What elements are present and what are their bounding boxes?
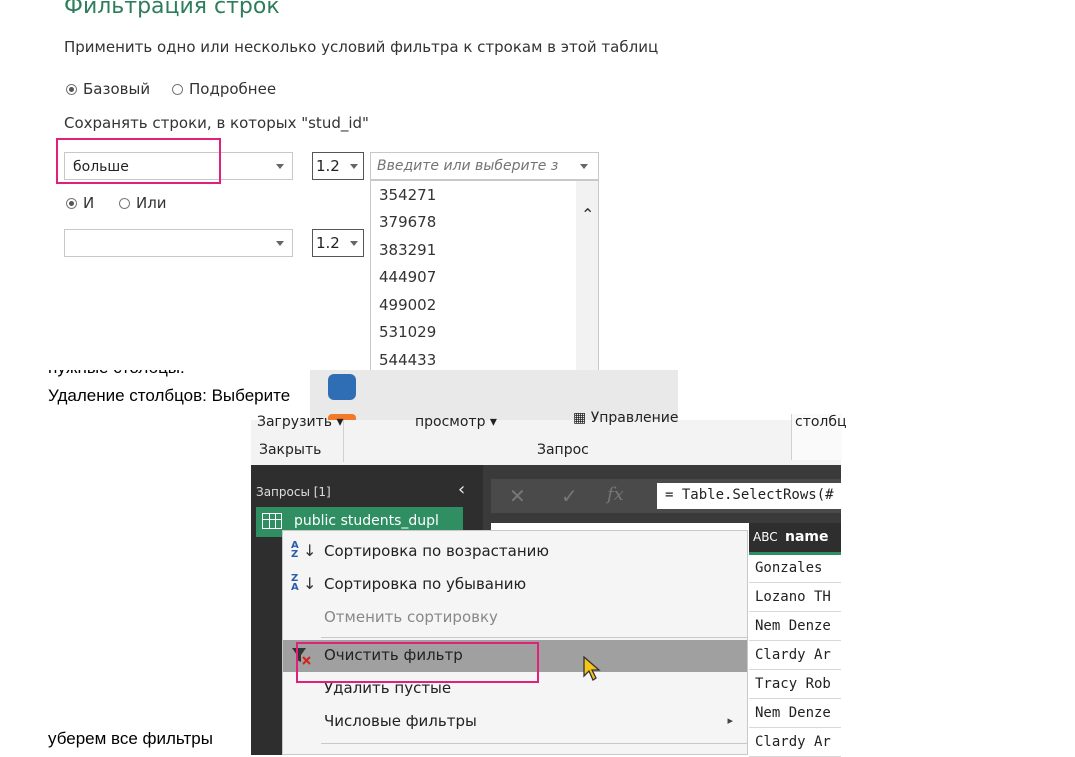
sort-ascending-item[interactable]: A Z ↓ Сортировка по возрастанию [283, 536, 747, 568]
query-group-label: Запрос [537, 442, 589, 458]
menu-separator [321, 637, 747, 638]
keep-rows-label: Сохранять строки, в которых "stud_id" [64, 114, 369, 132]
logic-and-radio[interactable]: И [66, 194, 94, 212]
table-row[interactable]: Nem Denze [749, 613, 841, 641]
dialog-subtitle: Применить одно или несколько условий фил… [64, 38, 659, 56]
dropdown-option[interactable]: 354271 [371, 182, 576, 209]
confirm-formula-icon[interactable]: ✓ [561, 484, 578, 508]
logic-or-radio[interactable]: Или [119, 194, 167, 212]
queries-header: Запросы [1] [256, 485, 331, 499]
manage-button[interactable]: ▦ Управление [573, 410, 679, 426]
columns-button[interactable]: столбц [791, 414, 847, 460]
radio-and-icon [66, 197, 77, 209]
table-row[interactable]: Nem Denze [749, 700, 841, 728]
cancel-formula-icon[interactable]: ✕ [509, 484, 526, 508]
dropdown-option[interactable]: 444907 [371, 264, 576, 291]
mouse-cursor-icon [583, 656, 601, 681]
chevron-up-icon[interactable]: ⌃ [581, 205, 594, 224]
logic-or-label: Или [136, 194, 167, 212]
mode-basic-label: Базовый [83, 80, 151, 98]
column-header-name[interactable]: ABC name [749, 523, 841, 555]
chevron-right-icon: ▸ [727, 714, 733, 727]
radio-basic-icon [66, 83, 77, 95]
sort-descending-icon: Z A ↓ [291, 573, 317, 593]
dropdown-option[interactable]: 383291 [371, 237, 576, 264]
menu-separator [321, 743, 747, 744]
dropdown-option[interactable]: 499002 [371, 292, 576, 319]
condition2-type-select[interactable]: 1.2 [312, 229, 364, 257]
condition1-value-input[interactable] [375, 157, 574, 175]
table-row[interactable]: Tracy Rob [749, 671, 841, 699]
number-filters-item[interactable]: Числовые фильтры ▸ [283, 706, 747, 738]
dropdown-option[interactable]: 379678 [371, 209, 576, 236]
radio-or-icon [119, 197, 130, 209]
preview-button[interactable]: просмотр ▾ [415, 414, 497, 430]
chevron-down-icon [350, 164, 358, 169]
logic-and-label: И [83, 194, 95, 212]
table-row[interactable]: Clardy Ar [749, 729, 841, 757]
dialog-title: Фильтрация строк [64, 0, 280, 19]
columns-label: столбц [795, 414, 847, 430]
mode-advanced-radio[interactable]: Подробнее [172, 80, 276, 98]
chevron-down-icon [276, 164, 284, 169]
clear-sort-item: Отменить сортировку [324, 608, 498, 626]
chevron-down-icon [276, 241, 284, 246]
table-icon [262, 513, 282, 529]
condition2-operator-select[interactable] [64, 229, 293, 257]
operator-highlight-box [56, 138, 221, 184]
ribbon-divider [343, 420, 344, 462]
clear-filter-highlight-box [296, 642, 539, 683]
text-type-icon: ABC [753, 530, 778, 544]
table-row[interactable]: Clardy Ar [749, 642, 841, 670]
formula-input[interactable]: = Table.SelectRows(# [657, 483, 841, 509]
sort-ascending-icon: A Z ↓ [291, 540, 317, 560]
dropdown-scrollbar[interactable]: ⌃ [576, 181, 598, 370]
condition1-type-select[interactable]: 1.2 [312, 152, 364, 180]
dropdown-option[interactable]: 544433 [371, 347, 576, 370]
mode-basic-radio[interactable]: Базовый [66, 80, 150, 98]
formula-bar: ✕ ✓ fx = Table.SelectRows(# [491, 479, 841, 513]
chevron-down-icon [350, 241, 358, 246]
dropdown-option[interactable]: 531029 [371, 319, 576, 346]
condition1-value-combobox[interactable] [370, 152, 599, 180]
mode-advanced-label: Подробнее [189, 80, 277, 98]
ribbon-fragment: Загрузить ▾ просмотр ▾ ▦ Управление стол… [251, 410, 847, 465]
radio-advanced-icon [172, 83, 183, 95]
condition1-type-value: 1.2 [316, 157, 340, 175]
doc-text-line2: Удаление столбцов: Выберите [48, 386, 291, 405]
close-group-label: Закрыть [259, 442, 322, 458]
sort-descending-item[interactable]: Z A ↓ Сортировка по убыванию [283, 569, 747, 601]
value-dropdown-list[interactable]: 354271 379678 383291 444907 499002 53102… [370, 180, 599, 370]
table-row[interactable]: Lozano TH [749, 584, 841, 612]
fx-icon[interactable]: fx [607, 484, 624, 505]
condition2-type-value: 1.2 [316, 234, 340, 252]
chevron-down-icon [580, 164, 588, 169]
doc-text-line3: уберем все фильтры [48, 729, 213, 748]
query-name: public students_dupl [294, 513, 439, 529]
load-button[interactable]: Загрузить ▾ [257, 414, 344, 430]
column-name: name [785, 529, 829, 545]
messenger-app-icon[interactable] [328, 374, 356, 400]
chevron-left-icon[interactable]: ‹ [458, 479, 465, 500]
table-row[interactable]: Gonzales [749, 555, 841, 583]
filter-rows-dialog: Фильтрация строк Применить одно или неск… [0, 0, 680, 370]
